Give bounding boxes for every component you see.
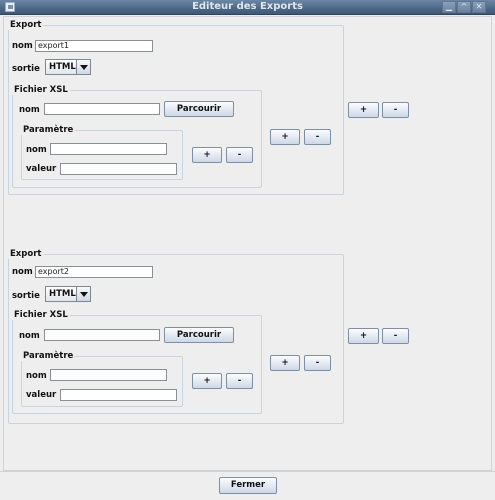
param-value-input[interactable]	[60, 389, 177, 401]
remove-export-button[interactable]: -	[382, 102, 409, 118]
footer-bar: Fermer	[0, 471, 495, 500]
xsl-name-label: nom	[19, 331, 40, 341]
xsl-group-title: Fichier XSL	[14, 85, 68, 95]
maximize-icon[interactable]: ^	[457, 1, 471, 13]
browse-button[interactable]: Parcourir	[164, 327, 234, 343]
export-name-label: nom	[12, 41, 33, 51]
sortie-label: sortie	[12, 64, 40, 74]
remove-param-button[interactable]: -	[226, 373, 253, 389]
close-button[interactable]: Fermer	[219, 477, 277, 494]
sortie-label: sortie	[12, 291, 40, 301]
close-icon[interactable]: ✕	[472, 1, 486, 13]
param-name-label: nom	[26, 371, 47, 381]
add-xsl-button[interactable]: +	[270, 129, 300, 145]
export-name-input[interactable]: export2	[35, 266, 153, 278]
title-bar: Editeur des Exports ▁ ^ ✕	[0, 0, 495, 15]
param-name-input[interactable]	[50, 369, 167, 381]
remove-export-button[interactable]: -	[382, 328, 409, 344]
xsl-path-input[interactable]	[44, 329, 160, 341]
xsl-group-title: Fichier XSL	[14, 310, 68, 320]
sortie-select-value: HTML	[49, 289, 76, 299]
remove-xsl-button[interactable]: -	[304, 129, 331, 145]
browse-button[interactable]: Parcourir	[164, 101, 234, 117]
add-export-button[interactable]: +	[348, 328, 379, 344]
param-value-label: valeur	[26, 164, 57, 174]
minimize-icon[interactable]: ▁	[442, 1, 456, 13]
sortie-select[interactable]: HTML	[45, 286, 91, 302]
chevron-down-icon[interactable]	[76, 287, 90, 301]
window-title: Editeur des Exports	[192, 1, 303, 12]
param-name-label: nom	[26, 145, 47, 155]
param-value-input[interactable]	[60, 163, 177, 175]
add-param-button[interactable]: +	[192, 147, 222, 163]
remove-param-button[interactable]: -	[226, 147, 253, 163]
param-name-input[interactable]	[50, 143, 167, 155]
export-editor-window: Editeur des Exports ▁ ^ ✕ Export nom exp…	[0, 0, 495, 500]
exports-panel: Export nom export1 sortie HTML Fichier X…	[3, 16, 492, 471]
export-group-title: Export	[10, 249, 42, 259]
xsl-path-input[interactable]	[44, 103, 160, 115]
remove-xsl-button[interactable]: -	[304, 355, 331, 371]
add-export-button[interactable]: +	[348, 102, 379, 118]
add-xsl-button[interactable]: +	[270, 355, 300, 371]
export-name-label: nom	[12, 267, 33, 277]
export-name-input[interactable]: export1	[35, 40, 153, 52]
sortie-select[interactable]: HTML	[45, 59, 91, 75]
add-param-button[interactable]: +	[192, 373, 222, 389]
param-group-title: Paramètre	[23, 125, 74, 135]
param-group-title: Paramètre	[23, 351, 74, 361]
sortie-select-value: HTML	[49, 62, 76, 72]
chevron-down-icon[interactable]	[76, 60, 90, 74]
param-value-label: valeur	[26, 390, 57, 400]
export-group-title: Export	[10, 20, 42, 30]
xsl-name-label: nom	[19, 105, 40, 115]
